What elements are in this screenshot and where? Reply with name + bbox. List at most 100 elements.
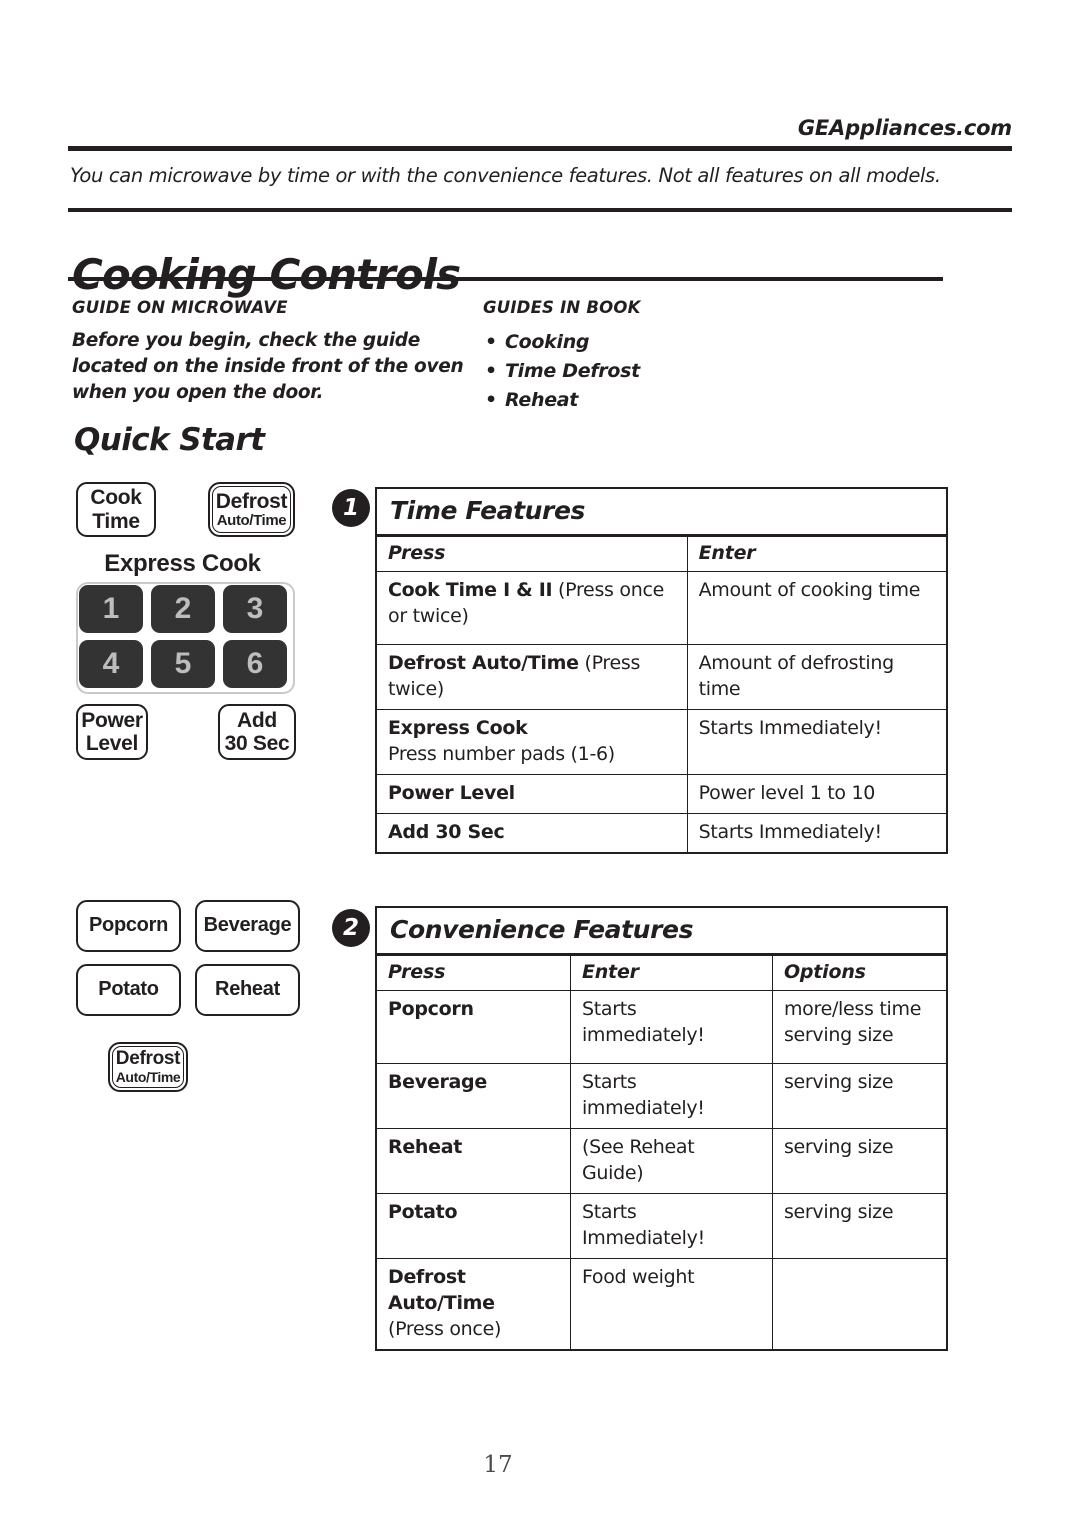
press-name: Popcorn	[388, 998, 474, 1020]
defrost-auto-time-button[interactable]: Defrost Auto/Time	[208, 482, 295, 537]
defrost-label-main: Defrost	[215, 489, 288, 513]
control-panel-diagram-time: Cook Time Defrost Auto/Time Express Cook…	[70, 482, 320, 792]
press-note: (Press once)	[388, 1318, 502, 1340]
control-panel-diagram-convenience: Popcorn Beverage Potato Reheat Defrost A…	[70, 900, 320, 1105]
table-row: Power Level Power level 1 to 10	[377, 774, 946, 814]
potato-button[interactable]: Potato	[76, 964, 181, 1016]
cell-enter: Power level 1 to 10	[686, 774, 946, 814]
reheat-button[interactable]: Reheat	[195, 964, 300, 1016]
press-name: Defrost Auto/Time	[388, 1266, 495, 1314]
cell-enter: Starts Immediately!	[569, 1193, 773, 1259]
cell-press: Cook Time I & II (Press once or twice)	[377, 571, 688, 645]
cell-options: serving size	[771, 1063, 946, 1129]
site-url: GEAppliances.com	[797, 116, 1012, 140]
cell-press: Popcorn	[377, 990, 571, 1064]
press-name: Add 30 Sec	[388, 821, 505, 843]
cell-press: Express Cook Press number pads (1-6)	[377, 709, 688, 775]
cell-enter: Starts immediately!	[569, 1063, 773, 1129]
number-pad-6[interactable]: 6	[223, 640, 287, 688]
defrost-auto-time-button-2[interactable]: Defrost Auto/Time	[108, 1042, 188, 1092]
table-row: Defrost Auto/Time (Press once) Food weigh…	[377, 1258, 946, 1349]
table-header-row: Press Enter	[377, 536, 946, 572]
guide-on-microwave-heading: GUIDE ON MICROWAVE	[72, 298, 288, 317]
beverage-button[interactable]: Beverage	[195, 900, 300, 952]
cell-enter: Amount of defrosting time	[686, 644, 946, 710]
list-item: Time Defrost	[483, 357, 833, 386]
press-name: Express Cook	[388, 717, 528, 739]
title-rule	[68, 277, 943, 281]
cook-time-label-line2: Time	[92, 509, 140, 533]
convenience-features-title: Convenience Features	[377, 908, 946, 955]
cell-enter: Starts Immediately!	[686, 813, 946, 852]
cell-options: more/less time serving size	[771, 990, 946, 1064]
cell-options	[771, 1258, 946, 1349]
cook-time-button[interactable]: Cook Time	[76, 482, 156, 537]
popcorn-label: Popcorn	[88, 914, 168, 937]
table-row: Defrost Auto/Time (Press twice) Amount o…	[377, 644, 946, 710]
cell-enter: (See Reheat Guide)	[569, 1128, 773, 1194]
power-level-label-line2: Level	[85, 732, 139, 755]
time-features-title: Time Features	[377, 489, 946, 536]
cell-press: Beverage	[377, 1063, 571, 1129]
manual-page: GEAppliances.com You can microwave by ti…	[0, 0, 1080, 1532]
cell-press: Power Level	[377, 774, 688, 814]
cell-options: serving size	[771, 1128, 946, 1194]
column-header-enter: Enter	[569, 955, 773, 991]
power-level-button[interactable]: Power Level	[76, 704, 148, 760]
table-row: Reheat (See Reheat Guide) serving size	[377, 1128, 946, 1194]
guide-on-microwave-block: GUIDE ON MICROWAVE Before you begin, che…	[72, 298, 472, 406]
press-name: Cook Time I & II	[388, 579, 553, 601]
cell-press: Defrost Auto/Time (Press twice)	[377, 644, 688, 710]
number-pad-5[interactable]: 5	[151, 640, 215, 688]
cell-enter: Amount of cooking time	[686, 571, 946, 645]
press-note: Press number pads (1-6)	[388, 743, 615, 765]
defrost-2-label-sub: Auto/Time	[115, 1068, 181, 1085]
intro-rule	[68, 208, 1012, 212]
guide-on-microwave-body: Before you begin, check the guide locate…	[72, 330, 464, 403]
popcorn-button[interactable]: Popcorn	[76, 900, 181, 952]
cell-press: Potato	[377, 1193, 571, 1259]
add-30-sec-button[interactable]: Add 30 Sec	[218, 704, 296, 760]
press-name: Defrost Auto/Time	[388, 652, 579, 674]
column-header-enter: Enter	[686, 536, 946, 572]
list-item: Cooking	[483, 328, 833, 357]
time-features-table: Time Features Press Enter Cook Time I & …	[375, 487, 948, 854]
cell-options: serving size	[771, 1193, 946, 1259]
cell-enter: Starts immediately!	[569, 990, 773, 1064]
step-badge-2: 2	[332, 909, 370, 947]
intro-text: You can microwave by time or with the co…	[70, 164, 941, 187]
press-name: Power Level	[388, 782, 515, 804]
press-name: Potato	[388, 1201, 458, 1223]
page-title: Cooking Controls	[72, 250, 461, 300]
cook-time-label-line1: Cook	[90, 486, 142, 510]
table-row: Popcorn Starts immediately! more/less ti…	[377, 990, 946, 1064]
cell-press: Reheat	[377, 1128, 571, 1194]
table-row: Express Cook Press number pads (1-6) Star…	[377, 709, 946, 775]
defrost-label-sub: Auto/Time	[216, 511, 287, 529]
number-pad-3[interactable]: 3	[223, 585, 287, 633]
table-row: Beverage Starts immediately! serving siz…	[377, 1063, 946, 1129]
press-name: Beverage	[388, 1071, 487, 1093]
cell-press: Add 30 Sec	[377, 813, 688, 852]
power-level-label-line1: Power	[81, 708, 143, 732]
header-rule	[68, 146, 1012, 151]
step-badge-1: 1	[332, 489, 370, 527]
add-30-sec-label-line2: 30 Sec	[224, 732, 290, 755]
express-cook-label: Express Cook	[104, 550, 261, 577]
guides-in-book-list: Cooking Time Defrost Reheat	[483, 328, 833, 415]
column-header-options: Options	[771, 955, 946, 991]
number-pad-4[interactable]: 4	[79, 640, 143, 688]
beverage-label: Beverage	[203, 914, 292, 937]
table-header-row: Press Enter Options	[377, 955, 946, 991]
page-number: 17	[483, 1452, 513, 1478]
add-30-sec-label-line1: Add	[237, 708, 277, 732]
column-header-press: Press	[377, 536, 688, 572]
reheat-label: Reheat	[215, 978, 280, 1001]
convenience-features-table: Convenience Features Press Enter Options…	[375, 906, 948, 1351]
table-row: Cook Time I & II (Press once or twice) A…	[377, 571, 946, 645]
cell-enter: Starts Immediately!	[686, 709, 946, 775]
quick-start-heading: Quick Start	[74, 422, 265, 458]
guides-in-book-heading: GUIDES IN BOOK	[483, 298, 641, 317]
number-pad-1[interactable]: 1	[79, 585, 143, 633]
number-pad-2[interactable]: 2	[151, 585, 215, 633]
